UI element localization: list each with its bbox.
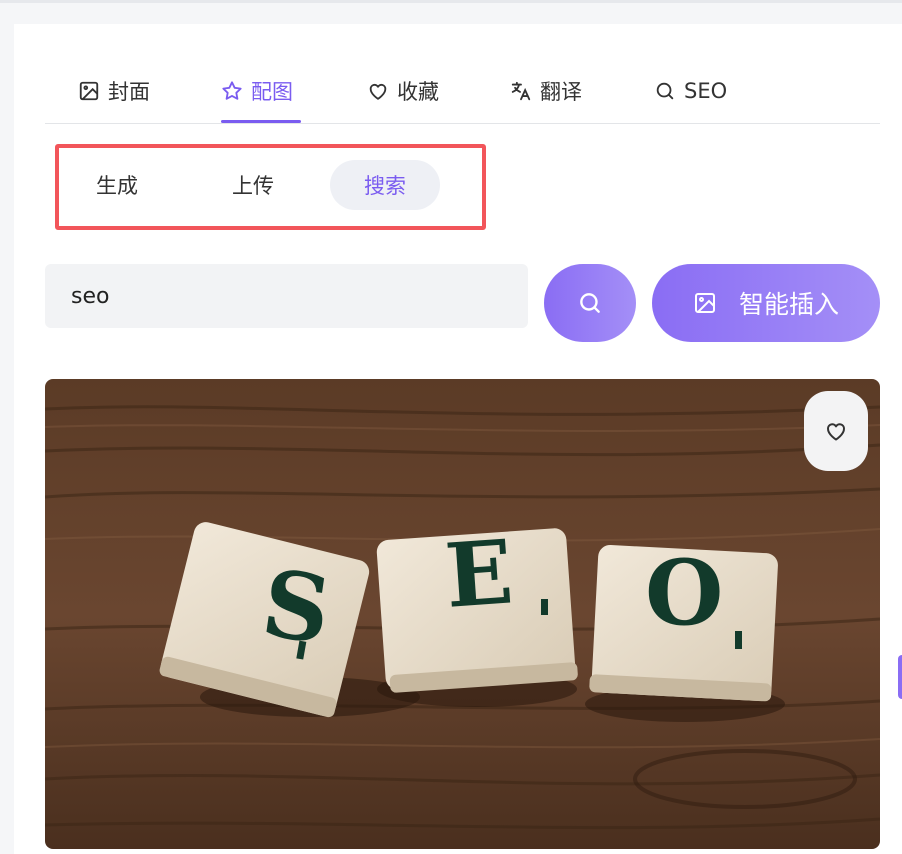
tile-letter: E <box>442 519 516 627</box>
star-icon <box>222 81 242 100</box>
subtab-upload[interactable]: 上传 <box>198 160 308 210</box>
tab-label: 封面 <box>108 80 150 104</box>
subtab-generate[interactable]: 生成 <box>62 160 172 210</box>
search-result-image[interactable]: S E O <box>45 379 880 849</box>
favorite-button[interactable] <box>804 391 868 471</box>
subtab-group: 生成 上传 搜索 <box>55 144 486 230</box>
heart-icon <box>827 423 845 441</box>
top-divider <box>0 0 902 3</box>
search-icon <box>656 82 674 100</box>
tab-illustration[interactable]: 配图 <box>221 74 293 108</box>
subtab-search[interactable]: 搜索 <box>330 160 440 210</box>
smart-insert-label: 智能插入 <box>738 290 839 319</box>
search-input[interactable] <box>45 264 528 328</box>
tab-label: 收藏 <box>397 80 439 104</box>
tab-label: 配图 <box>251 80 293 104</box>
seo-tiles-photo: S E O <box>45 379 880 849</box>
smart-insert-button[interactable]: 智能插入 <box>652 264 880 342</box>
active-tab-indicator <box>221 120 301 123</box>
tab-translate[interactable]: 翻译 <box>510 74 582 108</box>
search-icon <box>580 293 600 313</box>
tab-label: 翻译 <box>540 80 582 104</box>
tab-bar: 封面 配图 收藏 翻译 SEO <box>45 24 880 124</box>
tab-cover[interactable]: 封面 <box>78 74 150 108</box>
tab-favorites[interactable]: 收藏 <box>367 74 439 108</box>
tab-label: SEO <box>684 79 728 103</box>
tab-seo[interactable]: SEO <box>654 74 727 108</box>
image-panel: 封面 配图 收藏 翻译 SEO 生成 上传 搜索 智能插入 <box>14 24 902 854</box>
image-icon <box>694 293 715 313</box>
heart-icon <box>369 83 387 100</box>
tile-letter: O <box>645 540 723 646</box>
translate-icon <box>511 81 531 101</box>
search-button[interactable] <box>544 264 636 342</box>
image-icon <box>79 81 99 101</box>
side-drawer-handle[interactable] <box>898 655 902 699</box>
